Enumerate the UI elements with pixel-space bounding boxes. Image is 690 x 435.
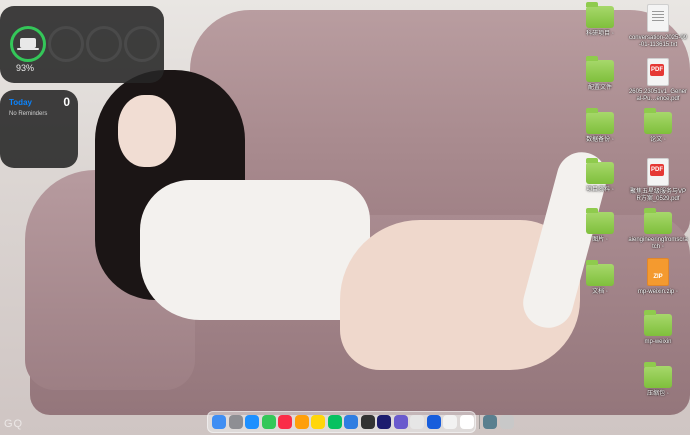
safari-icon[interactable] [245,415,259,429]
desktop-icon-label: 2605.23051v1_General-Pu…ence.pdf [628,89,688,102]
folder-icon [586,208,614,234]
messages-icon[interactable] [261,415,276,429]
desktop-folder-4[interactable]: 论文 ◦ [628,108,688,144]
battery-ring-empty-2 [86,26,122,62]
wechat-icon[interactable] [327,415,342,429]
pdf-icon: PDF [647,58,669,86]
desktop-folder-7[interactable]: 文档 ◦ [570,260,630,296]
desktop-icon-label: 压缩包 ◦ [647,391,669,397]
folder-icon [644,208,672,234]
battery-ring-empty-3 [124,26,160,62]
desktop-icon-label: conversation-2025-09-01-113615.txt [628,35,688,48]
desktop-file-pdf-1[interactable]: PDF 2605.23051v1_General-Pu…ence.pdf [628,58,688,103]
battery-percent-label: 93% [16,63,35,73]
desktop-icon-label: 科研项目 ◦ [586,31,614,37]
trash-icon[interactable] [499,415,514,429]
folder-icon [644,362,672,388]
desktop-file-pdf-2[interactable]: PDF 聚焦五星级服务与VPR方案_0529.pdf [628,158,688,203]
vpn-icon[interactable] [410,415,424,429]
desktop: 93% Today 0 No Reminders 科研项目 ◦ conversa… [0,0,690,435]
qq-icon[interactable] [377,415,391,429]
folder-icon [644,108,672,134]
reminders-empty-label: No Reminders [9,111,48,117]
desktop-folder-1[interactable]: 科研项目 ◦ [570,2,630,38]
typora-icon[interactable] [459,415,474,429]
desktop-icon-label: 图片 ◦ [592,237,608,243]
bitwarden-icon[interactable] [426,415,441,429]
music-icon[interactable] [278,415,292,429]
desktop-folder-archive[interactable]: 压缩包 ◦ [628,362,688,398]
desktop-folder-config[interactable]: 配置文件 [570,56,630,92]
wallpaper-figure-face [118,95,176,167]
desktop-icon-label: mp-weixin.zip ◦ [637,289,679,295]
mail-icon[interactable] [443,415,457,429]
laptop-icon [17,38,39,50]
reminders-count: 0 [63,95,70,109]
desktop-icon-label: 项目资料 ◦ [586,187,614,193]
launchpad-icon[interactable] [228,415,243,429]
reminders-widget[interactable]: Today 0 No Reminders [0,90,78,168]
wallpaper-figure-shirt [140,180,370,320]
photos-icon[interactable] [294,415,309,429]
browser-icon[interactable] [344,415,358,429]
desktop-icon-label: 数据备份 ◦ [586,137,614,143]
desktop-icon-label: 聚焦五星级服务与VPR方案_0529.pdf [629,189,686,202]
notes-icon[interactable] [311,415,325,429]
desktop-icon-label: mp-weixin [644,339,672,345]
reminders-title: Today [9,98,32,107]
zip-archive-icon: ZIP [647,258,669,286]
wallpaper-watermark: GQ [4,418,24,430]
battery-widget[interactable]: 93% [0,6,164,83]
text-document-icon [647,4,669,32]
desktop-icon-label: aiengineeringfromscratch ◦ [628,237,688,250]
folder-icon [586,260,614,286]
folder-icon [586,158,614,184]
desktop-file-zip[interactable]: ZIP mp-weixin.zip ◦ [628,258,688,296]
dock-separator [479,415,480,429]
folder-icon [644,310,672,336]
desktop-folder-3[interactable]: 数据备份 ◦ [570,108,630,144]
folder-icon [586,108,614,134]
folder-icon [586,2,614,28]
desktop-file-conversation-txt[interactable]: conversation-2025-09-01-113615.txt [628,4,688,49]
folder-icon [586,56,614,82]
downloads-folder-icon[interactable] [483,415,497,429]
finder-icon[interactable] [212,415,226,429]
battery-ring-empty-1 [48,26,84,62]
battery-ring-macbook [10,26,46,62]
desktop-folder-6[interactable]: 图片 ◦ [570,208,630,244]
pdf-icon: PDF [647,158,669,186]
desktop-folder-aiengineering[interactable]: aiengineeringfromscratch ◦ [628,208,688,251]
dock [207,411,514,433]
desktop-folder-5[interactable]: 项目资料 ◦ [570,158,630,194]
desktop-icon-label: 配置文件 [587,85,612,91]
desktop-icon-label: 论文 ◦ [650,137,666,143]
terminal-icon[interactable] [360,415,375,429]
pycharm-icon[interactable] [393,415,408,429]
desktop-folder-mp-weixin[interactable]: mp-weixin [628,310,688,346]
desktop-icon-label: 文档 ◦ [592,289,608,295]
